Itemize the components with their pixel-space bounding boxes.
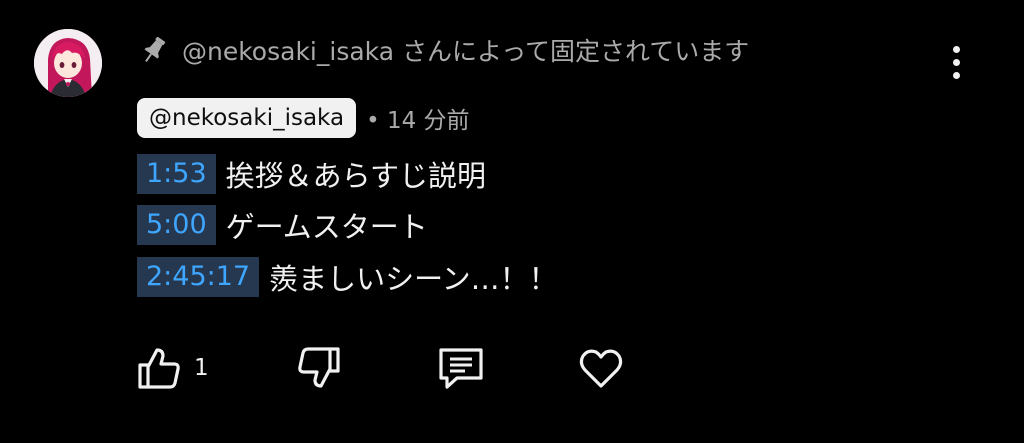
- avatar-image: [34, 29, 102, 97]
- comment-time: • 14 分前: [366, 108, 470, 134]
- comment-line-text: 羨ましいシーン…！！: [269, 262, 558, 296]
- comment-line-text: ゲームスタート: [225, 210, 428, 244]
- comment-header: @nekosaki_isaka • 14 分前: [137, 97, 470, 139]
- pinned-by-row: @nekosaki_isaka さんによって固定されています: [140, 32, 749, 68]
- author-name-chip[interactable]: @nekosaki_isaka: [137, 98, 357, 138]
- like-button[interactable]: 1: [136, 340, 209, 396]
- reply-button[interactable]: [437, 340, 485, 396]
- comment-line-text: 挨拶＆あらすじ説明: [225, 159, 487, 193]
- heart-icon: [579, 349, 623, 388]
- dislike-button[interactable]: [296, 340, 342, 396]
- thumb-down-icon: [298, 347, 340, 388]
- comment-line: 5:00 ゲームスタート: [137, 205, 428, 245]
- timestamp-link[interactable]: 1:53: [137, 154, 216, 194]
- avatar[interactable]: [34, 29, 102, 97]
- timestamp-link[interactable]: 5:00: [137, 205, 216, 245]
- timestamp-link[interactable]: 2:45:17: [137, 257, 260, 297]
- reply-comment-icon: [439, 348, 483, 389]
- creator-heart-button[interactable]: [577, 340, 625, 396]
- more-vert-icon[interactable]: [940, 42, 972, 82]
- pinned-by-text: @nekosaki_isaka さんによって固定されています: [182, 37, 750, 66]
- like-count: 1: [194, 355, 209, 381]
- pin-icon: [140, 35, 168, 65]
- comment-action-bar: 1: [0, 340, 1024, 400]
- comment-line: 1:53 挨拶＆あらすじ説明: [137, 154, 486, 194]
- comment-line: 2:45:17 羨ましいシーン…！！: [137, 257, 558, 297]
- thumb-up-icon: [138, 348, 180, 389]
